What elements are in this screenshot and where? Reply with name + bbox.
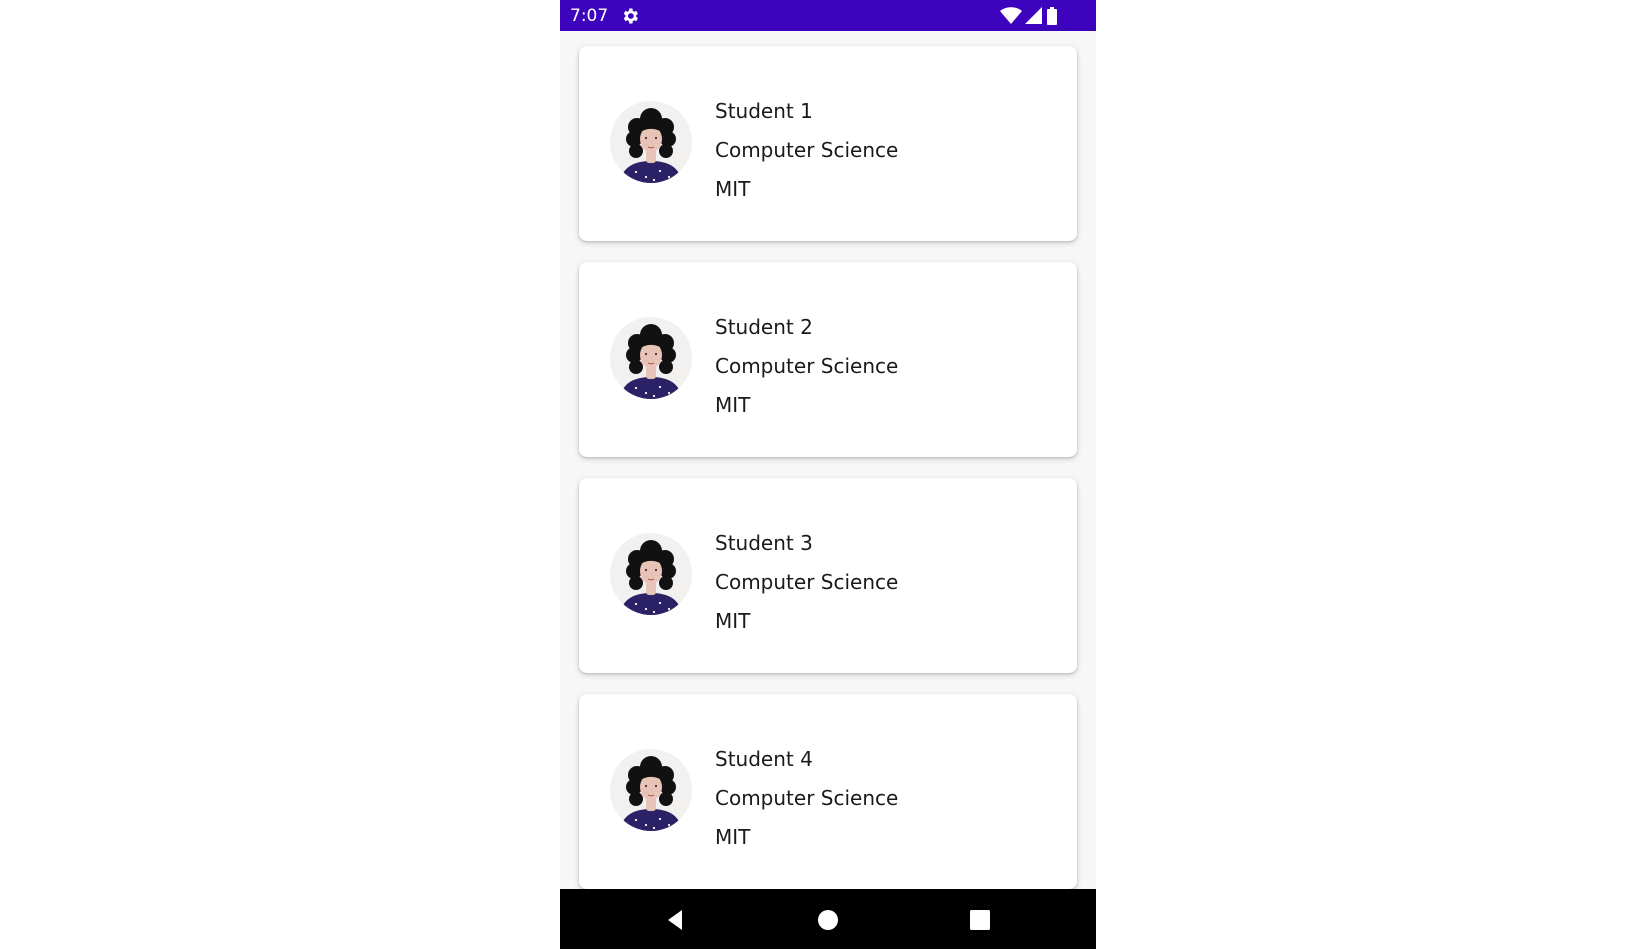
settings-icon (620, 6, 640, 26)
student-major: Computer Science (715, 570, 899, 594)
student-name: Student 3 (715, 531, 813, 555)
student-school: MIT (715, 393, 751, 417)
cell-signal-icon (1025, 7, 1042, 24)
student-major: Computer Science (715, 354, 899, 378)
student-info: Student 1 Computer Science MIT (715, 92, 898, 209)
status-time: 7:07 (570, 6, 609, 26)
battery-icon (1047, 7, 1057, 25)
student-school: MIT (715, 825, 751, 849)
status-bar: 7:07 (560, 0, 1096, 31)
student-card[interactable]: Student 3 Computer Science MIT (579, 478, 1077, 673)
student-card[interactable]: Student 1 Computer Science MIT (579, 46, 1077, 241)
student-info: Student 4 Computer Science MIT (715, 740, 898, 857)
student-card[interactable]: Student 2 Computer Science MIT (579, 262, 1077, 457)
navigation-bar (560, 889, 1096, 949)
student-info: Student 2 Computer Science MIT (715, 308, 898, 425)
student-major: Computer Science (715, 138, 899, 162)
student-name: Student 1 (715, 99, 813, 123)
student-school: MIT (715, 177, 751, 201)
phone-screen: 7:07 Student 1 Computer Science MIT Stud… (560, 0, 1096, 949)
back-icon[interactable] (662, 905, 692, 935)
recents-icon[interactable] (965, 905, 995, 935)
woman-avatar-icon (610, 317, 692, 399)
student-info: Student 3 Computer Science MIT (715, 524, 898, 641)
student-school: MIT (715, 609, 751, 633)
student-card[interactable]: Student 4 Computer Science MIT (579, 694, 1077, 889)
student-list[interactable]: Student 1 Computer Science MIT Student 2… (560, 31, 1096, 889)
student-name: Student 2 (715, 315, 813, 339)
woman-avatar-icon (610, 749, 692, 831)
screenshot-page: 7:07 Student 1 Computer Science MIT Stud… (0, 0, 1650, 949)
student-name: Student 4 (715, 747, 813, 771)
home-icon[interactable] (813, 905, 843, 935)
wifi-icon (1000, 7, 1022, 24)
woman-avatar-icon (610, 533, 692, 615)
woman-avatar-icon (610, 101, 692, 183)
student-major: Computer Science (715, 786, 899, 810)
